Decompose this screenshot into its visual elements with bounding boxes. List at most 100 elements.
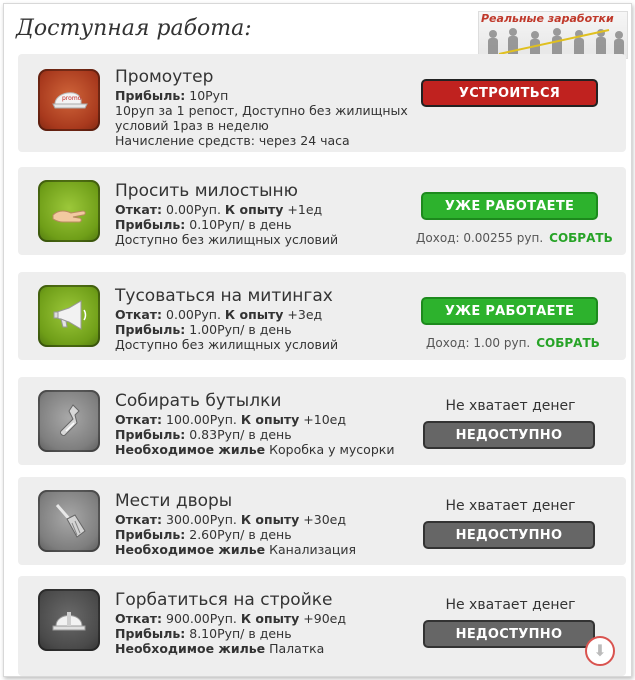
housing-value: Палатка: [265, 641, 325, 656]
unavailable-button[interactable]: НЕДОСТУПНО: [423, 421, 595, 449]
cooldown-value: 300.00Руп.: [162, 512, 237, 527]
job-cooldown-line: Откат: 900.00Руп. К опыту +90ед: [115, 611, 346, 626]
ad-banner[interactable]: Реальные заработки: [478, 11, 628, 59]
job-profit-line: Прибыль: 10Руп: [115, 88, 408, 103]
job-title: Мести дворы: [115, 491, 233, 511]
bottle-icon: [60, 404, 80, 436]
job-icon-box: [38, 589, 100, 651]
hard-hat-icon: [52, 612, 86, 631]
profit-value: 10Руп: [185, 88, 229, 103]
exp-value: +30ед: [299, 512, 347, 527]
job-profit-line: Прибыль: 2.60Руп/ в день: [115, 527, 356, 542]
job-housing-line: Необходимое жилье Канализация: [115, 542, 356, 557]
people-silhouettes-icon: [488, 28, 624, 58]
profit-value: 8.10Руп/ в день: [185, 626, 292, 641]
megaphone-icon: [53, 300, 87, 330]
cooldown-value: 0.00Руп.: [162, 202, 221, 217]
collect-link[interactable]: СОБРАТЬ: [549, 231, 613, 245]
income-text: Доход: 1.00 руп.: [426, 336, 531, 350]
svg-text:promo: promo: [62, 95, 82, 102]
profit-value: 0.83Руп/ в день: [185, 427, 292, 442]
profit-value: 2.60Руп/ в день: [185, 527, 292, 542]
job-card-rallies: Тусоваться на митингах Откат: 0.00Руп. К…: [18, 272, 626, 360]
job-housing-line: Необходимое жилье Палатка: [115, 641, 346, 656]
cooldown-label: Откат:: [115, 611, 163, 626]
profit-label: Прибыль:: [115, 322, 186, 337]
job-icon-box: [38, 285, 100, 347]
job-icon-box: promo: [38, 69, 100, 131]
cooldown-label: Откат:: [115, 307, 163, 322]
job-cooldown-line: Откат: 100.00Руп. К опыту +10ед: [115, 412, 394, 427]
job-cooldown-line: Откат: 0.00Руп. К опыту +1ед: [115, 202, 338, 217]
job-info: Собирать бутылки Откат: 100.00Руп. К опы…: [115, 391, 394, 458]
job-icon-box: [38, 390, 100, 452]
job-housing-line: Необходимое жилье Коробка у мусорки: [115, 442, 394, 457]
cooldown-value: 0.00Руп.: [162, 307, 221, 322]
income-text: Доход: 0.00255 руп.: [416, 231, 544, 245]
job-title: Промоутер: [115, 67, 214, 87]
job-cooldown-line: Откат: 0.00Руп. К опыту +3ед: [115, 307, 338, 322]
cooldown-label: Откат:: [115, 412, 163, 427]
job-info: Мести дворы Откат: 300.00Руп. К опыту +3…: [115, 491, 356, 558]
status-text: Не хватает денег: [445, 498, 576, 514]
job-card-construction: Горбатиться на стройке Откат: 900.00Руп.…: [18, 576, 626, 676]
job-cooldown-line: Откат: 300.00Руп. К опыту +30ед: [115, 512, 356, 527]
job-info: Просить милостыню Откат: 0.00Руп. К опыт…: [115, 181, 339, 248]
job-card-promoter: promo Промоутер Прибыль: 10Руп 10руп за …: [18, 54, 626, 152]
profit-label: Прибыль:: [115, 88, 186, 103]
working-button[interactable]: УЖЕ РАБОТАЕТЕ: [421, 192, 598, 220]
housing-value: Коробка у мусорки: [265, 442, 395, 457]
collect-link[interactable]: СОБРАТЬ: [536, 336, 600, 350]
job-title: Собирать бутылки: [115, 391, 282, 411]
job-info: Промоутер Прибыль: 10Руп 10руп за 1 репо…: [115, 67, 408, 149]
job-description: 10руп за 1 репост, Доступно без жилищных: [115, 103, 408, 118]
page-frame: Доступная работа: Реальные заработки pro…: [3, 3, 632, 677]
job-profit-line: Прибыль: 0.83Руп/ в день: [115, 427, 394, 442]
job-icon-box: [38, 180, 100, 242]
job-info: Горбатиться на стройке Откат: 900.00Руп.…: [115, 590, 346, 657]
unavailable-button[interactable]: НЕДОСТУПНО: [423, 521, 595, 549]
job-profit-line: Прибыль: 0.10Руп/ в день: [115, 217, 338, 232]
job-card-begging: Просить милостыню Откат: 0.00Руп. К опыт…: [18, 167, 626, 255]
profit-label: Прибыль:: [115, 427, 186, 442]
housing-label: Необходимое жилье: [115, 442, 266, 457]
exp-value: +10ед: [299, 412, 347, 427]
income-row: Доход: 1.00 руп. СОБРАТЬ: [426, 336, 600, 350]
job-profit-line: Прибыль: 8.10Руп/ в день: [115, 626, 346, 641]
exp-label: К опыту: [224, 307, 284, 322]
housing-value: Канализация: [265, 542, 357, 557]
arrow-down-icon[interactable]: ⬇: [585, 636, 615, 666]
job-payout-note: Начисление средств: через 24 часа: [115, 133, 350, 148]
unavailable-button[interactable]: НЕДОСТУПНО: [423, 620, 595, 648]
exp-value: +1ед: [283, 202, 323, 217]
job-title: Горбатиться на стройке: [115, 590, 333, 610]
job-profit-line: Прибыль: 1.00Руп/ в день: [115, 322, 338, 337]
status-text: Не хватает денег: [445, 398, 576, 414]
housing-label: Необходимое жилье: [115, 641, 266, 656]
cooldown-label: Откат:: [115, 512, 163, 527]
job-card-bottles: Собирать бутылки Откат: 100.00Руп. К опы…: [18, 377, 626, 465]
job-title: Просить милостыню: [115, 181, 298, 201]
job-description-2: условий 1раз в неделю: [115, 118, 269, 133]
broom-icon: [55, 504, 86, 538]
cooldown-value: 900.00Руп.: [162, 611, 237, 626]
exp-label: К опыту: [240, 611, 300, 626]
exp-value: +3ед: [283, 307, 323, 322]
job-housing-note: Доступно без жилищных условий: [115, 232, 339, 247]
page-title: Доступная работа:: [16, 16, 252, 41]
hire-button[interactable]: УСТРОИТЬСЯ: [421, 79, 598, 107]
income-row: Доход: 0.00255 руп. СОБРАТЬ: [416, 231, 613, 245]
job-card-sweeping: Мести дворы Откат: 300.00Руп. К опыту +3…: [18, 477, 626, 565]
job-info: Тусоваться на митингах Откат: 0.00Руп. К…: [115, 287, 338, 353]
profit-value: 1.00Руп/ в день: [185, 322, 292, 337]
working-button[interactable]: УЖЕ РАБОТАЕТЕ: [421, 297, 598, 325]
profit-label: Прибыль:: [115, 217, 186, 232]
exp-label: К опыту: [224, 202, 284, 217]
profit-label: Прибыль:: [115, 527, 186, 542]
exp-label: К опыту: [240, 412, 300, 427]
exp-value: +90ед: [299, 611, 347, 626]
status-text: Не хватает денег: [445, 597, 576, 613]
cooldown-value: 100.00Руп.: [162, 412, 237, 427]
begging-hand-icon: [52, 210, 86, 223]
cooldown-label: Откат:: [115, 202, 163, 217]
